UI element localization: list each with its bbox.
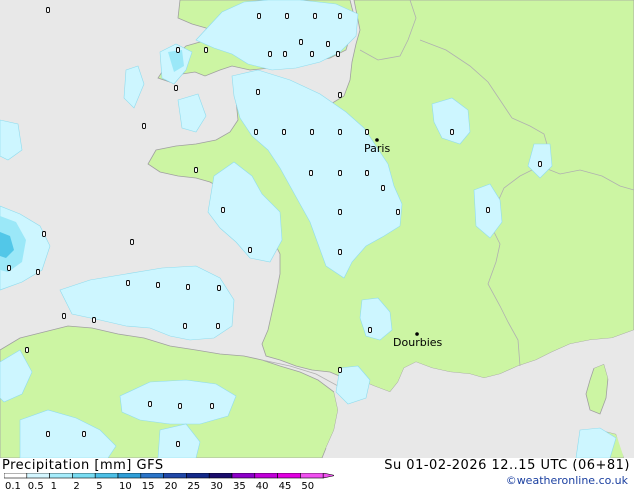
legend-tick-label: 50 [301,481,314,490]
station-marker [336,51,340,57]
forecast-datetime: Su 01-02-2026 12..15 UTC (06+81) [384,458,630,473]
station-marker [254,129,258,135]
credit-link[interactable]: ©weatheronline.co.uk [506,474,628,487]
legend-swatch [117,473,142,479]
station-marker [486,207,490,213]
legend-tick-label: 20 [165,481,178,490]
station-marker [194,167,198,173]
legend-tick-label: 2 [73,481,79,490]
precipitation-legend: 0.1 0.5 1 2 5 10 15 20 25 30 35 40 45 50 [4,473,334,490]
station-marker [338,13,342,19]
legend-swatch [140,473,164,479]
legend-swatch [94,473,119,479]
station-marker [309,170,313,176]
station-marker [148,401,152,407]
map-canvas: Paris Dourbies [0,0,634,459]
station-marker [42,231,46,237]
legend-tick-label: 45 [279,481,292,490]
station-marker [338,249,342,255]
station-marker [268,51,272,57]
station-marker [176,47,180,53]
station-marker [156,282,160,288]
station-marker [248,247,252,253]
station-marker [186,284,190,290]
legend-tick-label: 15 [142,481,155,490]
legend-arrow [322,473,334,479]
station-marker [7,265,11,271]
legend-tick-label: 5 [96,481,102,490]
station-marker [283,51,287,57]
legend-swatch [231,473,256,479]
legend-tick-label: 0.1 [5,481,21,490]
legend-swatch [4,473,28,479]
map-title: Precipitation [mm] GFS [2,458,164,473]
station-marker [204,47,208,53]
station-marker [36,269,40,275]
legend-swatch [208,473,233,479]
station-marker [210,403,214,409]
legend-swatch [300,473,324,479]
station-marker [142,123,146,129]
legend-tick-label: 0.5 [28,481,44,490]
legend-tick-label: 30 [210,481,223,490]
station-marker [313,13,317,19]
station-marker [338,129,342,135]
station-marker [285,13,289,19]
footer-bar: Precipitation [mm] GFS Su 01-02-2026 12.… [0,458,634,490]
legend-swatch [26,473,50,479]
station-marker [221,207,225,213]
station-marker [126,280,130,286]
precipitation-map: Paris Dourbies [0,0,634,459]
station-marker [25,347,29,353]
station-marker [338,92,342,98]
station-marker [310,129,314,135]
station-marker [217,285,221,291]
station-marker [310,51,314,57]
station-marker [257,13,261,19]
station-marker [62,313,66,319]
legend-swatch [277,473,301,479]
city-label: Dourbies [393,336,443,349]
station-marker [338,170,342,176]
station-marker [183,323,187,329]
legend-swatch [163,473,187,479]
station-marker [82,431,86,437]
station-marker [368,327,372,333]
city-label: Paris [364,142,390,155]
legend-swatch [254,473,278,479]
station-marker [299,39,303,45]
station-marker [338,209,342,215]
station-marker [176,441,180,447]
station-marker [338,367,342,373]
legend-swatch [72,473,96,479]
station-marker [92,317,96,323]
station-marker [178,403,182,409]
station-marker [365,170,369,176]
legend-swatch [49,473,73,479]
station-marker [450,129,454,135]
station-marker [256,89,260,95]
station-marker [46,431,50,437]
station-marker [216,323,220,329]
legend-tick-label: 10 [119,481,132,490]
station-marker [130,239,134,245]
station-marker [381,185,385,191]
station-marker [538,161,542,167]
legend-tick-label: 35 [233,481,246,490]
legend-tick-label: 40 [256,481,269,490]
station-marker [282,129,286,135]
station-marker [365,129,369,135]
station-marker [396,209,400,215]
legend-tick-label: 25 [187,481,200,490]
station-marker [326,41,330,47]
legend-swatch [186,473,210,479]
station-marker [46,7,50,13]
legend-tick-label: 1 [51,481,57,490]
station-marker [174,85,178,91]
